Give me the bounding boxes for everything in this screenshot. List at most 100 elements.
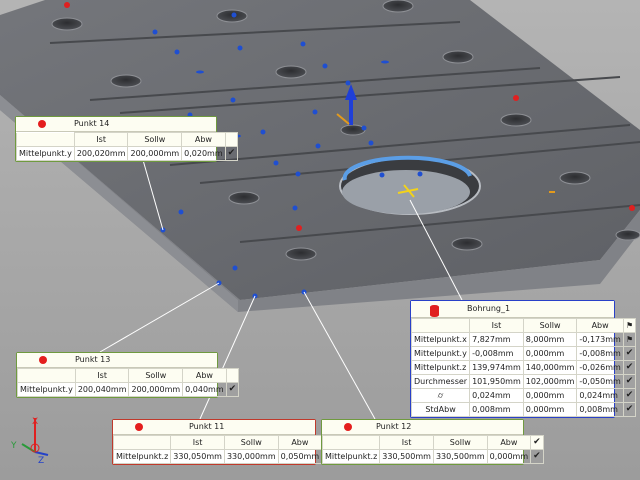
blue-flag-icon: ⚑ (622, 318, 637, 333)
soll-value: 0,000mm (522, 402, 578, 417)
callout-header: Punkt 14 (16, 117, 216, 132)
col-ist: Ist (379, 435, 434, 450)
table-row: Mittelpunkt.z 139,974mm 140,000mm -0,026… (410, 360, 637, 375)
callout-title: Punkt 11 (189, 422, 225, 431)
axis-x-label: X (32, 417, 38, 427)
table-row: Mittelpunkt.z 330,500mm 330,500mm 0,000m… (321, 449, 544, 464)
red-dot-icon (39, 356, 47, 364)
soll-value: 0,000mm (522, 388, 578, 403)
row-label: Durchmesser (410, 374, 471, 389)
table-row: Durchmesser 101,950mm 102,000mm -0,050mm… (410, 374, 637, 389)
soll-value: 330,500mm (432, 449, 488, 464)
callout-bohrung-1[interactable]: Bohrung_1 Ist Sollw Abw ⚑ Mittelpunkt.x … (410, 300, 637, 418)
table-row: Mittelpunkt.z 330,050mm 330,000mm 0,050m… (112, 449, 335, 464)
table-row: ⌭ 0,024mm 0,000mm 0,024mm ✔ (410, 388, 637, 403)
table-header: Ist Sollw Abw ⚑ (112, 435, 335, 450)
soll-value: 140,000mm (522, 360, 578, 375)
callout-header: Punkt 12 (322, 420, 523, 435)
callout-punkt-14[interactable]: Punkt 14 Ist Sollw Abw Mittelpunkt.y 200… (15, 116, 239, 162)
soll-value: 8,000mm (522, 332, 578, 347)
cylindricity-icon: ⌭ (410, 388, 471, 403)
abw-value: 0,040mm (182, 382, 227, 397)
ist-value: 7,827mm (469, 332, 524, 347)
col-abw: Abw (182, 368, 227, 383)
abw-value: 0,000mm (486, 449, 532, 464)
checkmark-icon: ✔ (622, 402, 637, 417)
callout-punkt-13[interactable]: Punkt 13 Ist Sollw Abw Mittelpunkt.y 200… (16, 352, 240, 398)
table-row: StdAbw 0,008mm 0,000mm 0,008mm ✔ (410, 402, 637, 417)
col-sollw: Sollw (522, 318, 578, 333)
col-abw: Abw (181, 132, 226, 147)
callout-header: Punkt 13 (17, 353, 217, 368)
col-sollw: Sollw (223, 435, 279, 450)
table-header: Ist Sollw Abw ✔ (321, 435, 544, 450)
abw-value: 0,008mm (576, 402, 624, 417)
abw-value: -0,026mm (576, 360, 624, 375)
ist-value: 200,040mm (74, 382, 130, 397)
checkmark-icon: ✔ (530, 449, 544, 464)
checkmark-icon: ✔ (622, 374, 637, 389)
axis-y-label: Y (10, 441, 17, 451)
col-ist: Ist (469, 318, 524, 333)
col-ist: Ist (170, 435, 225, 450)
callout-title: Bohrung_1 (467, 304, 511, 313)
col-sollw: Sollw (127, 132, 183, 147)
table-row: Mittelpunkt.y 200,020mm 200,000mm 0,020m… (16, 146, 239, 161)
table-header: Ist Sollw Abw (17, 368, 240, 383)
col-ist: Ist (74, 368, 130, 383)
red-dot-icon (344, 423, 352, 431)
callout-punkt-11[interactable]: Punkt 11 Ist Sollw Abw ⚑ Mittelpunkt.z 3… (112, 419, 335, 465)
ist-value: 101,950mm (469, 374, 524, 389)
callout-title: Punkt 13 (75, 355, 111, 364)
abw-value: 0,020mm (181, 146, 226, 161)
ist-value: 330,050mm (170, 449, 225, 464)
checkmark-icon: ✔ (224, 146, 239, 161)
soll-value: 0,000mm (522, 346, 578, 361)
callout-title: Punkt 12 (376, 422, 412, 431)
col-sollw: Sollw (432, 435, 488, 450)
soll-value: 102,000mm (522, 374, 578, 389)
callout-punkt-12[interactable]: Punkt 12 Ist Sollw Abw ✔ Mittelpunkt.z 3… (321, 419, 544, 465)
col-abw: Abw (576, 318, 624, 333)
abw-value: -0,173mm (576, 332, 624, 347)
row-label: Mittelpunkt.x (410, 332, 471, 347)
row-label: StdAbw (410, 402, 471, 417)
ist-value: 200,020mm (73, 146, 129, 161)
col-ist: Ist (73, 132, 129, 147)
soll-value: 200,000mm (128, 382, 184, 397)
col-sollw: Sollw (128, 368, 184, 383)
ist-value: 139,974mm (469, 360, 524, 375)
table-row: Mittelpunkt.y -0,008mm 0,000mm -0,008mm … (410, 346, 637, 361)
row-label: Mittelpunkt.y (17, 382, 76, 397)
abw-value: 0,024mm (576, 388, 624, 403)
blue-flag-icon: ⚑ (622, 332, 637, 347)
red-dot-icon (135, 423, 143, 431)
col-abw: Abw (486, 435, 532, 450)
checkmark-icon: ✔ (225, 382, 240, 397)
row-label: Mittelpunkt.z (112, 449, 172, 464)
checkmark-icon: ✔ (622, 346, 637, 361)
callout-header: Bohrung_1 (411, 301, 614, 318)
row-label: Mittelpunkt.z (321, 449, 381, 464)
abw-value: -0,008mm (576, 346, 624, 361)
callout-title: Punkt 14 (74, 119, 110, 128)
table-row: Mittelpunkt.y 200,040mm 200,000mm 0,040m… (17, 382, 240, 397)
table-header: Ist Sollw Abw ⚑ (410, 318, 637, 333)
axis-z-label: Z (38, 456, 44, 466)
table-header: Ist Sollw Abw (16, 132, 239, 147)
abw-value: 0,050mm (277, 449, 323, 464)
callout-header: Punkt 11 (113, 420, 315, 435)
col-abw: Abw (277, 435, 323, 450)
cylinder-icon (430, 305, 439, 317)
soll-value: 330,000mm (223, 449, 279, 464)
ist-value: 0,008mm (469, 402, 524, 417)
ist-value: 0,024mm (469, 388, 524, 403)
table-row: Mittelpunkt.x 7,827mm 8,000mm -0,173mm ⚑ (410, 332, 637, 347)
ist-value: 330,500mm (379, 449, 434, 464)
soll-value: 200,000mm (127, 146, 183, 161)
checkmark-icon: ✔ (622, 388, 637, 403)
row-label: Mittelpunkt.y (16, 146, 75, 161)
checkmark-icon: ✔ (530, 435, 544, 450)
red-dot-icon (38, 120, 46, 128)
row-label: Mittelpunkt.z (410, 360, 471, 375)
